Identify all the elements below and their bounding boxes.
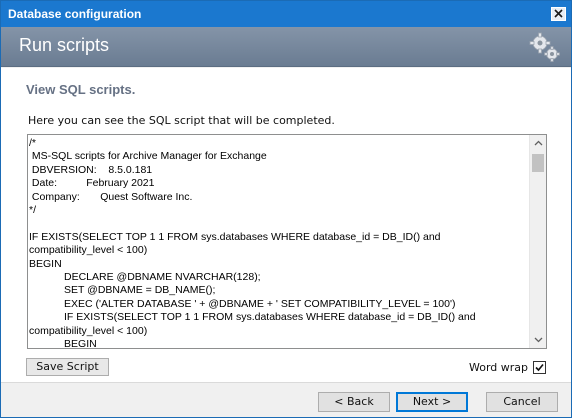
section-description: Here you can see the SQL script that wil… (28, 114, 335, 127)
scroll-down-icon[interactable] (530, 331, 546, 348)
checkmark-icon (535, 363, 544, 371)
close-icon[interactable] (551, 7, 566, 21)
page-heading: Run scripts (19, 35, 110, 55)
word-wrap-option[interactable]: Word wrap (469, 360, 546, 374)
word-wrap-checkbox[interactable] (533, 360, 546, 374)
cancel-button[interactable]: Cancel (486, 392, 558, 412)
section-subtitle: View SQL scripts. (26, 82, 136, 97)
sql-script-textbox[interactable]: /* MS-SQL scripts for Archive Manager fo… (27, 134, 547, 349)
scroll-thumb[interactable] (532, 154, 544, 172)
content-panel: View SQL scripts. Here you can see the S… (1, 68, 571, 382)
vertical-scrollbar[interactable] (529, 135, 546, 348)
word-wrap-label: Word wrap (468, 360, 528, 374)
title-bar[interactable]: Database configuration (1, 1, 571, 27)
save-script-button[interactable]: Save Script (26, 358, 109, 376)
scroll-up-icon[interactable] (530, 135, 546, 152)
database-configuration-window: Database configuration Run scripts View … (0, 0, 572, 418)
wizard-footer: < Back Next > Cancel (1, 382, 571, 417)
wizard-banner: Run scripts (1, 27, 571, 67)
next-button[interactable]: Next > (396, 392, 468, 412)
back-button[interactable]: < Back (318, 392, 390, 412)
window-title: Database configuration (8, 7, 142, 21)
sql-script-text[interactable]: /* MS-SQL scripts for Archive Manager fo… (28, 137, 526, 347)
gears-icon (528, 30, 562, 64)
